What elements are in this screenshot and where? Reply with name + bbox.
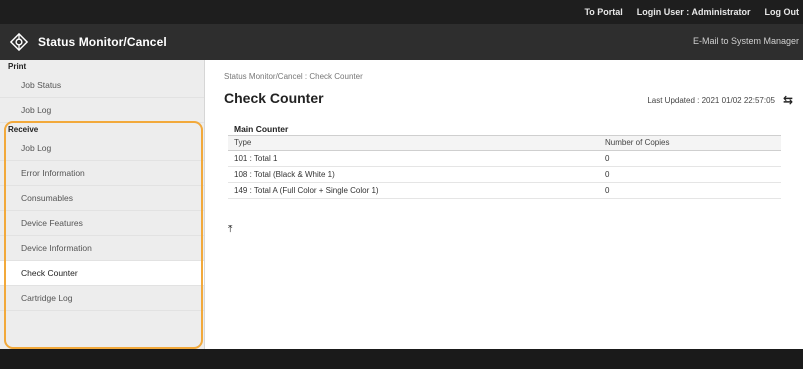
- to-portal-link[interactable]: To Portal: [584, 7, 622, 17]
- logout-link[interactable]: Log Out: [765, 7, 800, 17]
- last-updated-text: Last Updated : 2021 01/02 22:57:05: [647, 96, 775, 105]
- sidebar-item-job-status[interactable]: Job Status: [0, 73, 204, 98]
- sidebar: Print Job Status Job Log Receive Job Log…: [0, 60, 205, 349]
- footer-bar: [0, 349, 803, 369]
- table-row: 149 : Total A (Full Color + Single Color…: [228, 182, 781, 199]
- sidebar-item-check-counter[interactable]: Check Counter: [0, 261, 204, 286]
- login-user-prefix: Login User :: [636, 7, 690, 17]
- login-user-name: Administrator: [691, 7, 751, 17]
- main-counter-title: Main Counter: [228, 122, 781, 136]
- email-system-manager-link[interactable]: E-Mail to System Manager: [693, 36, 799, 46]
- sidebar-item-error-information[interactable]: Error Information: [0, 161, 204, 186]
- top-bar: To Portal Login User : Administrator Log…: [0, 0, 803, 24]
- app-header: Status Monitor/Cancel E-Mail to System M…: [0, 24, 803, 60]
- counter-copies-cell: 0: [599, 182, 781, 199]
- table-row: 108 : Total (Black & White 1) 0: [228, 166, 781, 183]
- main-counter-section: Main Counter Type Number of Copies 101 :…: [228, 122, 781, 199]
- counter-type-cell: 101 : Total 1: [228, 150, 599, 167]
- sidebar-item-device-features[interactable]: Device Features: [0, 211, 204, 236]
- counter-type-cell: 149 : Total A (Full Color + Single Color…: [228, 182, 599, 199]
- table-row: 101 : Total 1 0: [228, 150, 781, 167]
- main-content: Status Monitor/Cancel : Check Counter Ch…: [206, 60, 803, 349]
- sidebar-heading-receive: Receive: [8, 125, 39, 134]
- counter-table: Type Number of Copies 101 : Total 1 0 10…: [228, 136, 781, 199]
- counter-type-cell: 108 : Total (Black & White 1): [228, 166, 599, 183]
- column-header-type: Type: [228, 136, 599, 151]
- breadcrumb: Status Monitor/Cancel : Check Counter: [224, 72, 363, 81]
- page-title: Check Counter: [224, 90, 324, 106]
- counter-copies-cell: 0: [599, 150, 781, 167]
- sidebar-heading-print: Print: [8, 62, 27, 71]
- sidebar-item-job-log[interactable]: Job Log: [0, 98, 204, 123]
- login-user-label: Login User : Administrator: [637, 7, 751, 17]
- back-to-top-icon[interactable]: ⤒: [228, 224, 232, 235]
- sidebar-item-device-information[interactable]: Device Information: [0, 236, 204, 261]
- sidebar-item-cartridge-log[interactable]: Cartridge Log: [0, 286, 204, 311]
- sidebar-item-consumables[interactable]: Consumables: [0, 186, 204, 211]
- counter-copies-cell: 0: [599, 166, 781, 183]
- app-title: Status Monitor/Cancel: [38, 35, 167, 49]
- refresh-icon[interactable]: ⇆: [783, 93, 793, 107]
- column-header-copies: Number of Copies: [599, 136, 781, 151]
- top-links: To Portal Login User : Administrator Log…: [584, 7, 799, 17]
- status-monitor-logo-icon: [10, 33, 28, 51]
- table-header-row: Type Number of Copies: [228, 136, 781, 151]
- sidebar-item-receive-job-log[interactable]: Job Log: [0, 136, 204, 161]
